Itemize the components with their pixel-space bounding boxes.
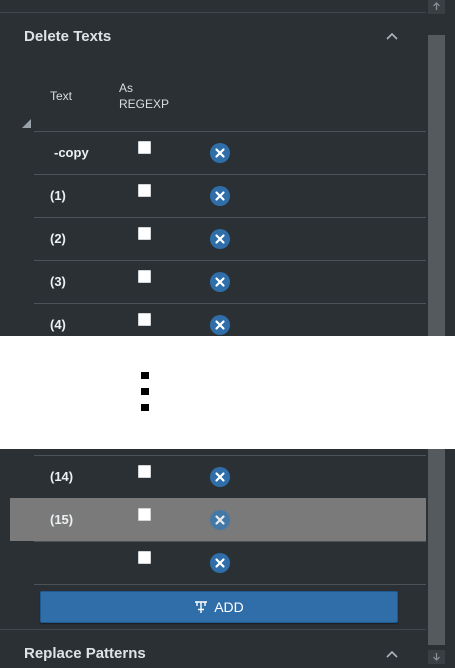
remove-circle-icon[interactable] [210,272,230,292]
regexp-checkbox[interactable] [138,141,151,154]
regexp-checkbox[interactable] [138,227,151,240]
replace-patterns-title[interactable]: Replace Patterns [24,645,146,662]
add-button[interactable]: ADD [40,591,398,623]
regexp-checkbox[interactable] [138,508,151,521]
column-header-regexp: As REGEXP [119,80,169,112]
ellipsis-dot [141,388,149,395]
row-divider [34,584,426,585]
remove-circle-icon[interactable] [210,186,230,206]
remove-circle-icon[interactable] [210,553,230,573]
arrow-down-icon[interactable] [428,650,445,664]
row-text[interactable]: (2) [50,231,66,246]
arrow-up-icon[interactable] [428,0,445,14]
delete-texts-title[interactable]: Delete Texts [24,28,111,45]
row-text[interactable]: -copy [54,145,89,160]
row-text[interactable]: (4) [50,317,66,332]
add-button-label: ADD [214,599,244,615]
row-text[interactable]: (15) [50,512,73,527]
regexp-checkbox[interactable] [138,551,151,564]
remove-circle-icon[interactable] [210,229,230,249]
column-header-regexp-line1: As [119,81,134,95]
regexp-checkbox[interactable] [138,184,151,197]
ellipsis-dot [141,372,149,379]
table-row[interactable]: (14) [34,455,426,498]
regexp-checkbox[interactable] [138,465,151,478]
chevron-up-icon[interactable] [386,32,398,42]
table-row-selected[interactable]: (15) [10,498,426,541]
remove-circle-icon[interactable] [210,510,230,530]
row-text[interactable]: (3) [50,274,66,289]
table-row[interactable]: (3) [34,260,426,303]
resize-handle-icon[interactable] [22,119,31,128]
ellipsis-dot [141,404,149,411]
table-row[interactable]: (1) [34,174,426,217]
divider [0,629,426,630]
remove-circle-icon[interactable] [210,315,230,335]
regexp-checkbox[interactable] [138,313,151,326]
table-row[interactable]: (2) [34,217,426,260]
remove-circle-icon[interactable] [210,467,230,487]
add-row-icon [194,594,208,624]
divider [0,12,426,13]
column-header-text: Text [50,89,73,103]
settings-panel: Delete Texts Text As REGEXP -copy (1) (2… [0,0,426,668]
row-text[interactable]: (1) [50,188,66,203]
regexp-checkbox[interactable] [138,270,151,283]
chevron-up-icon[interactable] [386,650,398,660]
column-header-regexp-line2: REGEXP [119,97,170,111]
table-row[interactable]: -copy [34,131,426,174]
elided-rows-gap [0,336,455,449]
table-row[interactable] [34,541,426,584]
remove-circle-icon[interactable] [210,143,230,163]
row-text[interactable]: (14) [50,469,73,484]
